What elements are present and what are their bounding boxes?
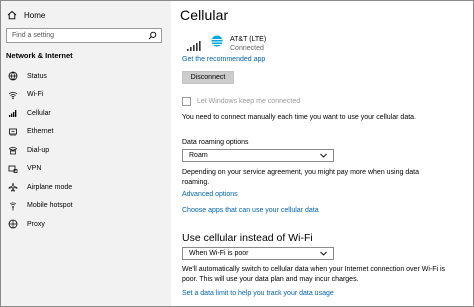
sidebar-item-label: Cellular — [27, 109, 51, 117]
search-icon[interactable] — [148, 31, 157, 40]
keep-connected-checkbox[interactable]: Let Windows keep me connected — [182, 97, 300, 106]
sidebar-item-vpn[interactable]: VPN — [1, 160, 171, 179]
sidebar-nav: Status Wi-Fi Cellular Ethernet Dial-up V… — [1, 67, 171, 234]
vpn-icon — [8, 165, 18, 173]
sidebar-item-label: VPN — [27, 165, 42, 173]
sidebar-item-label: Wi-Fi — [27, 91, 44, 99]
chevron-down-icon — [320, 251, 327, 256]
carrier-status: Connected — [230, 45, 264, 52]
chevron-down-icon — [320, 153, 327, 158]
sidebar: Home Find a setting Network & Internet S… — [1, 1, 171, 306]
sidebar-item-dial-up[interactable]: Dial-up — [1, 141, 171, 160]
wifi-icon — [8, 91, 18, 99]
airplane-icon — [8, 183, 18, 192]
settings-window: Home Find a setting Network & Internet S… — [0, 0, 474, 307]
sidebar-item-label: Proxy — [27, 220, 45, 228]
globe-icon — [8, 71, 18, 81]
recommended-app-link[interactable]: Get the recommended app — [182, 56, 265, 63]
sidebar-item-mobile-hotspot[interactable]: Mobile hotspot — [1, 197, 171, 216]
ethernet-icon — [9, 128, 17, 136]
sidebar-item-ethernet[interactable]: Ethernet — [1, 123, 171, 142]
carrier-logo-icon — [211, 35, 223, 47]
sidebar-item-airplane-mode[interactable]: Airplane mode — [1, 178, 171, 197]
cellular-signal-icon — [9, 110, 17, 118]
carrier-name: AT&T (LTE) — [230, 36, 267, 43]
hotspot-icon — [9, 202, 17, 211]
wifi-switch-note: We'll automatically switch to cellular d… — [182, 266, 446, 283]
section-title: Network & Internet — [6, 51, 73, 60]
sidebar-item-label: Ethernet — [27, 128, 54, 136]
disconnect-button[interactable]: Disconnect — [182, 71, 234, 84]
data-limit-link[interactable]: Set a data limit to help you track your … — [182, 290, 334, 297]
search-input[interactable]: Find a setting — [6, 28, 162, 43]
sidebar-item-status[interactable]: Status — [1, 67, 171, 86]
sidebar-item-wifi[interactable]: Wi-Fi — [1, 86, 171, 105]
checkbox-label: Let Windows keep me connected — [197, 98, 301, 105]
sidebar-item-label: Airplane mode — [27, 183, 73, 191]
cellular-instead-dropdown[interactable]: When Wi-Fi is poor — [182, 247, 334, 260]
roaming-label: Data roaming options — [182, 139, 249, 146]
home-label: Home — [24, 10, 46, 20]
home-icon — [7, 10, 17, 20]
roaming-note: Depending on your service agreement, you… — [182, 169, 419, 186]
main-content: Cellular AT&T (LTE) Connected Get the re… — [171, 1, 473, 306]
globe-proxy-icon — [8, 219, 18, 229]
page-title: Cellular — [180, 7, 229, 23]
cellular-instead-value: When Wi-Fi is poor — [189, 250, 249, 257]
wifi-section-heading: Use cellular instead of Wi-Fi — [182, 232, 313, 244]
choose-apps-link[interactable]: Choose apps that can use your cellular d… — [182, 207, 319, 214]
checkbox-box[interactable] — [182, 97, 191, 106]
roaming-value: Roam — [189, 152, 208, 159]
sidebar-item-cellular[interactable]: Cellular — [1, 104, 171, 123]
dial-up-icon — [9, 147, 17, 155]
roaming-dropdown[interactable]: Roam — [182, 149, 334, 162]
home-link[interactable]: Home — [7, 10, 45, 20]
advanced-options-link[interactable]: Advanced options — [182, 191, 238, 198]
sidebar-item-label: Dial-up — [27, 146, 50, 154]
sidebar-item-label: Mobile hotspot — [27, 202, 73, 210]
sidebar-item-proxy[interactable]: Proxy — [1, 215, 171, 234]
sidebar-item-label: Status — [27, 72, 47, 80]
manual-connect-note: You need to connect manually each time y… — [182, 114, 416, 121]
search-placeholder: Find a setting — [12, 32, 55, 39]
